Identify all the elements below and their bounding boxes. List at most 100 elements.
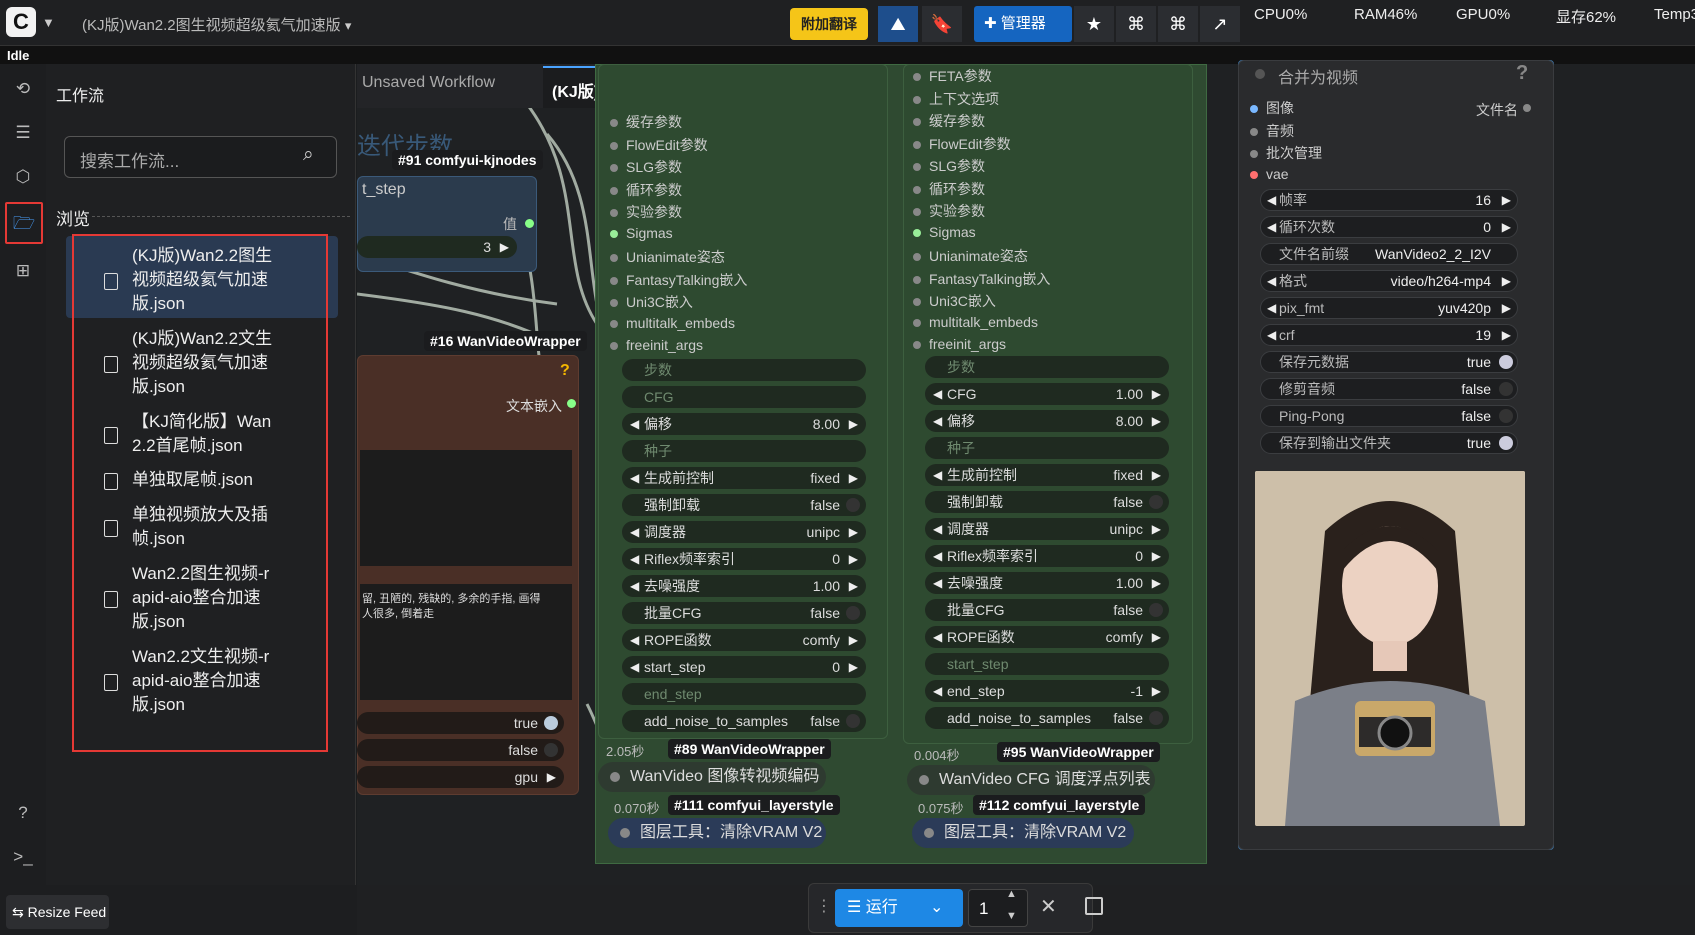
output-dot[interactable] [525,219,534,228]
param-widget[interactable]: start_step [925,653,1169,675]
workflow-item[interactable]: Wan2.2图生视频-r apid-aio整合加速 版.json [74,562,326,640]
input-slot[interactable]: Sigmas [610,225,673,241]
video-param-widget[interactable]: pix_fmt yuv420p ◀ ▶ [1260,297,1518,319]
param-widget[interactable]: 强制卸载 false [925,491,1169,513]
param-widget[interactable]: 步数 [622,359,866,381]
video-preview[interactable] [1255,471,1525,826]
param-widget[interactable]: end_step ◀ -1 ▶ [925,680,1169,702]
param-widget[interactable]: end_step [622,683,866,705]
param-widget[interactable]: CFG ◀ 1.00 ▶ [925,383,1169,405]
input-slot[interactable]: multitalk_embeds [913,314,1038,330]
node-library-icon[interactable]: ⊞ [8,256,38,286]
output-dot[interactable] [1523,104,1531,112]
video-param-widget[interactable]: 修剪音频 false [1260,378,1518,400]
video-param-widget[interactable]: 保存到输出文件夹 true [1260,432,1518,454]
bool-widget[interactable]: false [357,739,564,761]
video-param-widget[interactable]: 格式 video/h264-mp4 ◀ ▶ [1260,270,1518,292]
history-icon[interactable]: ⟲ [8,74,38,104]
input-slot[interactable]: 循环参数 [913,179,985,199]
output-dot[interactable] [567,399,576,408]
input-slot[interactable]: 批次管理 [1250,143,1322,163]
value-widget[interactable]: 3 ▶ [357,236,517,258]
param-widget[interactable]: Riflex频率索引 ◀ 0 ▶ [925,545,1169,567]
input-slot[interactable]: FlowEdit参数 [913,134,1011,154]
clear-vram-node-2[interactable]: 图层工具：清除VRAM V2 [912,818,1134,848]
input-slot[interactable]: 实验参数 [610,202,682,222]
input-slot[interactable]: SLG参数 [913,156,985,176]
input-slot[interactable]: FETA参数 [913,66,992,86]
input-slot[interactable]: 音频 [1250,121,1294,141]
search-icon[interactable]: ⌕ [303,144,314,166]
param-widget[interactable]: Riflex频率索引 ◀ 0 ▶ [622,548,866,570]
collapse-dot[interactable] [1255,69,1265,79]
video-param-widget[interactable]: 帧率 16 ◀ ▶ [1260,189,1518,211]
param-widget[interactable]: 生成前控制 ◀ fixed ▶ [622,467,866,489]
param-widget[interactable]: 偏移 ◀ 8.00 ▶ [925,410,1169,432]
image-to-video-encode-node[interactable]: WanVideo 图像转视频编码 [598,762,826,792]
input-slot[interactable]: 循环参数 [610,180,682,200]
resize-feed-button[interactable]: ⇆ Resize Feed [6,895,109,929]
param-widget[interactable]: 批量CFG false [925,599,1169,621]
bookmark-icon[interactable]: 🔖 [922,6,962,42]
share-icon[interactable]: ↗ [1200,6,1240,42]
input-slot[interactable]: Uni3C嵌入 [610,292,693,312]
translate-button[interactable]: 附加翻译 [790,8,868,40]
workflow-item[interactable]: (KJ版)Wan2.2文生 视频超级氦气加速 版.json [74,327,326,405]
input-slot[interactable]: FantasyTalking嵌入 [610,270,747,290]
help-icon[interactable]: ? [1516,62,1528,85]
workflow-item[interactable]: 【KJ简化版】Wan 2.2首尾帧.json [74,410,326,464]
input-slot[interactable]: freeinit_args [610,337,703,353]
star-icon[interactable]: ★ [1074,6,1114,42]
clear-vram-node-1[interactable]: 图层工具：清除VRAM V2 [608,818,826,848]
input-slot[interactable]: vae [1250,166,1289,182]
prompt-textarea[interactable] [360,450,572,566]
input-slot[interactable]: Sigmas [913,224,976,240]
workflow-title[interactable]: (KJ版)Wan2.2图生视频超级氦气加速版 ▾ [82,14,351,35]
input-slot[interactable]: Unianimate姿态 [610,247,725,267]
param-widget[interactable]: CFG [622,386,866,408]
param-widget[interactable]: 批量CFG false [622,602,866,624]
tab-unsaved[interactable]: Unsaved Workflow [362,74,495,92]
model-library-icon[interactable]: ⬡ [8,162,38,192]
chevron-down-icon[interactable]: ▼ [42,15,55,30]
param-widget[interactable]: 偏移 ◀ 8.00 ▶ [622,413,866,435]
input-slot[interactable]: SLG参数 [610,157,682,177]
input-slot[interactable]: FantasyTalking嵌入 [913,269,1050,289]
input-slot[interactable]: 缓存参数 [913,111,985,131]
workflows-folder-icon[interactable]: 🗁 [5,202,43,244]
node-a-icon[interactable]: ⌘ [1116,6,1156,42]
input-slot[interactable]: 缓存参数 [610,112,682,132]
param-widget[interactable]: add_noise_to_samples false [622,710,866,732]
param-widget[interactable]: 调度器 ◀ unipc ▶ [925,518,1169,540]
workflow-item[interactable]: (KJ版)Wan2.2图生 视频超级氦气加速 版.json [74,244,326,322]
param-widget[interactable]: ROPE函数 ◀ comfy ▶ [622,629,866,651]
video-param-widget[interactable]: Ping-Pong false [1260,405,1518,427]
video-param-widget[interactable]: 循环次数 0 ◀ ▶ [1260,216,1518,238]
workflow-item[interactable]: Wan2.2文生视频-r apid-aio整合加速 版.json [74,645,326,723]
input-slot[interactable]: multitalk_embeds [610,315,735,331]
workflow-item[interactable]: 单独取尾帧.json [74,468,326,498]
param-widget[interactable]: 强制卸载 false [622,494,866,516]
cfg-schedule-node[interactable]: WanVideo CFG 调度浮点列表 [907,765,1155,795]
input-slot[interactable]: Uni3C嵌入 [913,291,996,311]
param-widget[interactable]: 去噪强度 ◀ 1.00 ▶ [622,575,866,597]
input-slot[interactable]: 实验参数 [913,201,985,221]
video-param-widget[interactable]: 文件名前缀 WanVideo2_2_I2V [1260,243,1518,265]
workflow-graph-icon[interactable]: ⛰ [878,6,918,42]
param-widget[interactable]: 种子 [622,440,866,462]
param-widget[interactable]: start_step ◀ 0 ▶ [622,656,866,678]
manager-button[interactable]: ✚ 管理器 [974,6,1072,42]
input-slot[interactable]: 上下文选项 [913,89,999,109]
comfy-logo[interactable]: C [6,7,36,37]
node-b-icon[interactable]: ⌘ [1158,6,1198,42]
batch-count-input[interactable]: 1 [968,889,1028,927]
param-widget[interactable]: 去噪强度 ◀ 1.00 ▶ [925,572,1169,594]
video-param-widget[interactable]: crf 19 ◀ ▶ [1260,324,1518,346]
param-widget[interactable]: 种子 [925,437,1169,459]
run-options-chevron-icon[interactable]: ⌄ [930,897,943,917]
param-widget[interactable]: 生成前控制 ◀ fixed ▶ [925,464,1169,486]
decrement-icon[interactable]: ▼ [1006,910,1017,922]
input-slot[interactable]: FlowEdit参数 [610,135,708,155]
run-button[interactable]: ☰ 运行 [835,889,963,927]
input-slot[interactable]: freeinit_args [913,336,1006,352]
